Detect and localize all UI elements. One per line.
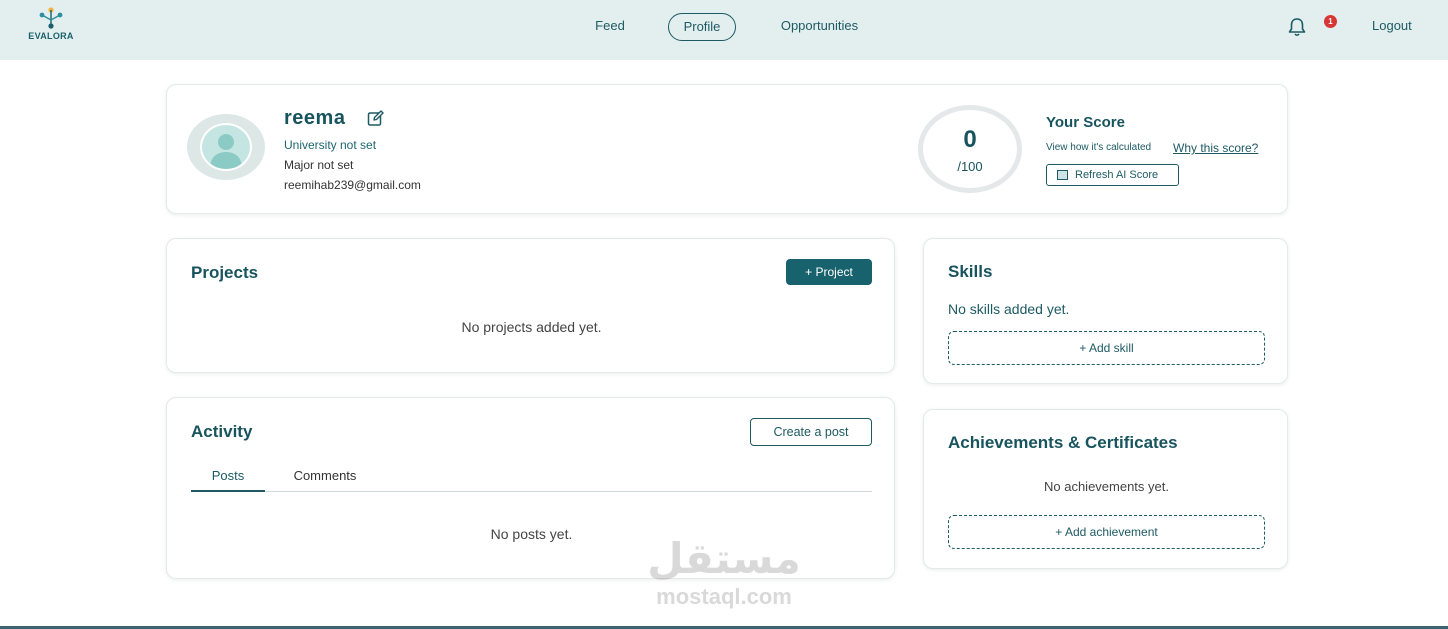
watermark-latin: mostaql.com — [656, 584, 792, 609]
nav-feed[interactable]: Feed — [585, 13, 635, 41]
top-navbar: EVALORA Feed Profile Opportunities 1 Log… — [0, 0, 1448, 60]
projects-card: Projects + Project No projects added yet… — [166, 238, 895, 373]
watermark-arabic: مستقل — [647, 534, 801, 583]
user-avatar-icon — [200, 123, 252, 171]
score-how-text: View how it's calculated — [1046, 142, 1152, 153]
profile-name: reema — [284, 107, 346, 129]
projects-title: Projects — [191, 263, 259, 282]
create-post-button[interactable]: Create a post — [750, 418, 872, 446]
tab-posts[interactable]: Posts — [191, 468, 265, 483]
projects-empty-text: No projects added yet. — [461, 319, 602, 335]
notification-badge: 1 — [1324, 15, 1337, 28]
profile-major: Major not set — [284, 158, 354, 172]
score-ring: 0 /100 — [918, 105, 1022, 193]
brand-logo[interactable]: EVALORA — [24, 6, 78, 46]
add-achievement-button[interactable]: + Add achievement — [948, 515, 1265, 549]
nav-profile[interactable]: Profile — [668, 13, 736, 41]
score-max: /100 — [957, 159, 983, 174]
profile-university: University not set — [284, 138, 377, 152]
active-tab-indicator — [191, 490, 265, 492]
refresh-ai-score-button[interactable]: Refresh AI Score — [1046, 164, 1179, 186]
activity-title: Activity — [191, 422, 253, 441]
tabs-divider — [191, 491, 872, 492]
add-project-button[interactable]: + Project — [786, 259, 872, 285]
logout-link[interactable]: Logout — [1372, 18, 1412, 33]
watermark: مستقل mostaql.com — [636, 534, 812, 618]
score-title: Your Score — [1046, 114, 1125, 131]
tab-comments[interactable]: Comments — [288, 468, 362, 483]
logo-icon — [39, 7, 63, 29]
profile-card: reema University not set Major not set r… — [166, 84, 1288, 214]
profile-email: reemihab239@gmail.com — [284, 178, 421, 192]
skills-title: Skills — [948, 262, 993, 281]
score-value: 0 — [963, 126, 977, 153]
avatar[interactable] — [187, 114, 265, 180]
achievements-empty-text: No achievements yet. — [1043, 479, 1169, 494]
achievements-title: Achievements & Certificates — [948, 433, 1178, 452]
nav-opportunities[interactable]: Opportunities — [772, 13, 867, 41]
add-skill-button[interactable]: + Add skill — [948, 331, 1265, 365]
why-score-link[interactable]: Why this score? — [1173, 141, 1258, 155]
skills-card: Skills No skills added yet. + Add skill — [923, 238, 1288, 384]
edit-icon[interactable] — [367, 110, 384, 127]
achievements-card: Achievements & Certificates No achieveme… — [923, 409, 1288, 569]
skills-empty-text: No skills added yet. — [948, 301, 1070, 317]
refresh-label: Refresh AI Score — [1075, 169, 1159, 181]
bell-icon[interactable] — [1286, 16, 1308, 38]
brand-name: EVALORA — [28, 31, 74, 41]
refresh-icon — [1057, 170, 1068, 180]
